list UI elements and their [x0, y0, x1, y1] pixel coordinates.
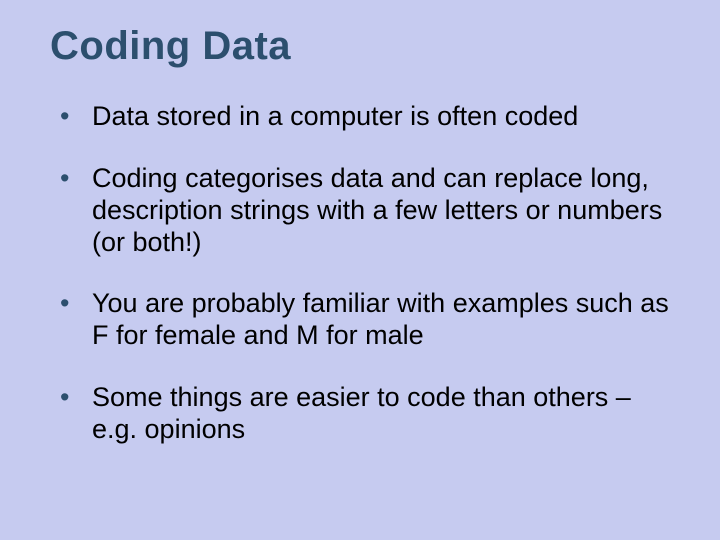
- bullet-item: Coding categorises data and can replace …: [50, 163, 680, 259]
- slide-title: Coding Data: [50, 24, 680, 69]
- bullet-item: Data stored in a computer is often coded: [50, 101, 680, 133]
- bullet-item: You are probably familiar with examples …: [50, 288, 680, 352]
- bullet-item: Some things are easier to code than othe…: [50, 382, 680, 446]
- bullet-list: Data stored in a computer is often coded…: [50, 101, 680, 446]
- slide: Coding Data Data stored in a computer is…: [0, 0, 720, 540]
